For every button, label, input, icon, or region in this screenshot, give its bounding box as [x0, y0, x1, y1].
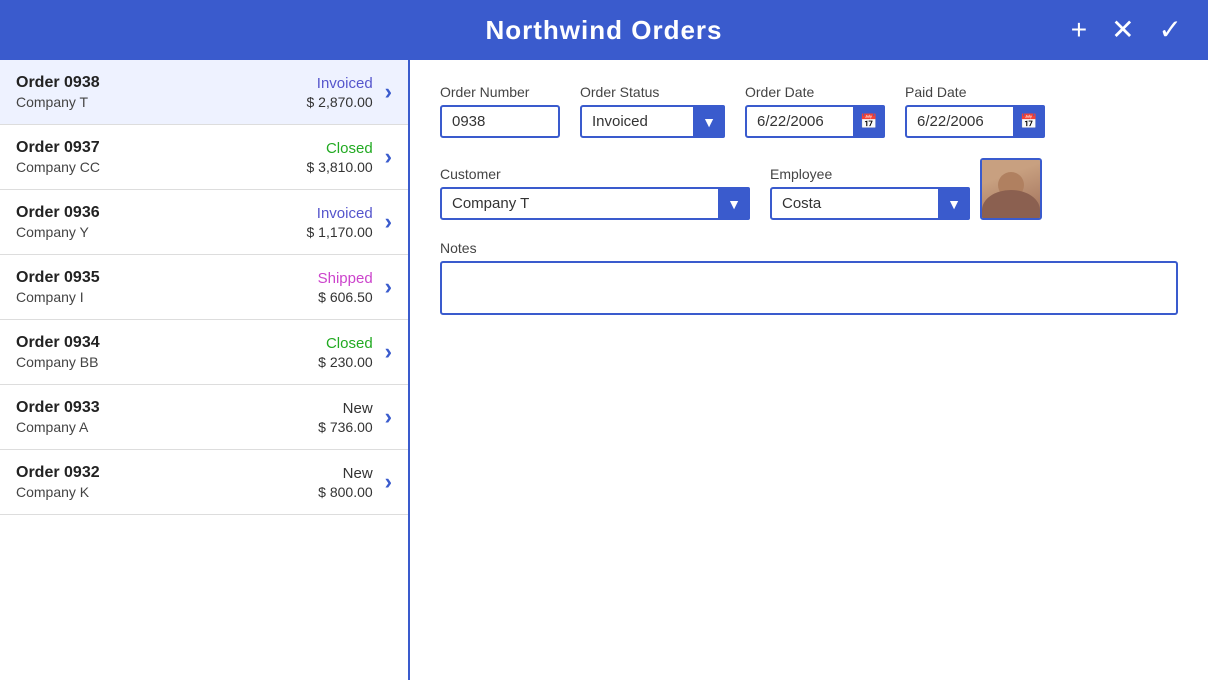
order-company: Company A: [16, 419, 318, 435]
employee-select-wrapper: Costa ▼: [770, 187, 970, 220]
order-name: Order 0932: [16, 464, 318, 482]
order-info: Order 0936 Company Y: [16, 204, 307, 240]
customer-label: Customer: [440, 166, 750, 182]
order-status: New: [343, 465, 373, 482]
order-right: New $ 800.00: [318, 465, 373, 500]
header-actions: + ✕ ✓: [1065, 14, 1188, 46]
order-info: Order 0932 Company K: [16, 464, 318, 500]
order-chevron-icon[interactable]: ›: [385, 274, 392, 300]
detail-panel: Order Number Order Status NewInvoicedShi…: [410, 60, 1208, 680]
order-chevron-icon[interactable]: ›: [385, 144, 392, 170]
notes-textarea[interactable]: [440, 261, 1178, 315]
customer-select-wrapper: Company TCompany CCCompany YCompany ICom…: [440, 187, 750, 220]
main-content: Order 0938 Company T Invoiced $ 2,870.00…: [0, 60, 1208, 680]
paid-date-group: Paid Date 📅: [905, 84, 1045, 138]
order-company: Company K: [16, 484, 318, 500]
order-status: New: [343, 400, 373, 417]
order-date-group: Order Date 📅: [745, 84, 885, 138]
order-date-wrapper: 📅: [745, 105, 885, 138]
order-amount: $ 230.00: [318, 354, 373, 370]
order-status-select[interactable]: NewInvoicedShippedClosed: [580, 105, 725, 138]
order-amount: $ 1,170.00: [307, 224, 373, 240]
employee-group: Employee Costa ▼: [770, 158, 1042, 220]
order-chevron-icon[interactable]: ›: [385, 339, 392, 365]
order-name: Order 0937: [16, 139, 307, 157]
order-chevron-icon[interactable]: ›: [385, 209, 392, 235]
order-company: Company Y: [16, 224, 307, 240]
confirm-button[interactable]: ✓: [1153, 14, 1188, 46]
order-list-item[interactable]: Order 0932 Company K New $ 800.00 ›: [0, 450, 408, 515]
employee-photo: [980, 158, 1042, 220]
order-list-item[interactable]: Order 0934 Company BB Closed $ 230.00 ›: [0, 320, 408, 385]
order-info: Order 0935 Company I: [16, 269, 318, 305]
order-right: Invoiced $ 1,170.00: [307, 205, 373, 240]
order-right: Closed $ 230.00: [318, 335, 373, 370]
order-list-panel: Order 0938 Company T Invoiced $ 2,870.00…: [0, 60, 410, 680]
order-date-calendar-icon[interactable]: 📅: [853, 105, 885, 138]
add-button[interactable]: +: [1065, 14, 1093, 46]
order-amount: $ 3,810.00: [307, 159, 373, 175]
order-number-label: Order Number: [440, 84, 560, 100]
order-number-group: Order Number: [440, 84, 560, 138]
order-amount: $ 736.00: [318, 419, 373, 435]
order-amount: $ 800.00: [318, 484, 373, 500]
form-row-2: Customer Company TCompany CCCompany YCom…: [440, 158, 1178, 220]
order-status: Closed: [326, 140, 373, 157]
order-right: Closed $ 3,810.00: [307, 140, 373, 175]
order-chevron-icon[interactable]: ›: [385, 79, 392, 105]
order-info: Order 0933 Company A: [16, 399, 318, 435]
paid-date-calendar-icon[interactable]: 📅: [1013, 105, 1045, 138]
order-info: Order 0934 Company BB: [16, 334, 318, 370]
order-right: Invoiced $ 2,870.00: [307, 75, 373, 110]
order-info: Order 0938 Company T: [16, 74, 307, 110]
order-list-item[interactable]: Order 0936 Company Y Invoiced $ 1,170.00…: [0, 190, 408, 255]
order-list-item[interactable]: Order 0938 Company T Invoiced $ 2,870.00…: [0, 60, 408, 125]
customer-group: Customer Company TCompany CCCompany YCom…: [440, 166, 750, 220]
order-status: Closed: [326, 335, 373, 352]
order-name: Order 0934: [16, 334, 318, 352]
order-company: Company BB: [16, 354, 318, 370]
order-company: Company CC: [16, 159, 307, 175]
employee-photo-img: [982, 160, 1040, 218]
order-name: Order 0938: [16, 74, 307, 92]
employee-select-group: Employee Costa ▼: [770, 166, 970, 220]
order-status-group: Order Status NewInvoicedShippedClosed ▼: [580, 84, 725, 138]
order-status: Invoiced: [317, 205, 373, 222]
order-info: Order 0937 Company CC: [16, 139, 307, 175]
close-button[interactable]: ✕: [1105, 14, 1140, 46]
order-right: Shipped $ 606.50: [318, 270, 373, 305]
order-company: Company I: [16, 289, 318, 305]
order-status: Shipped: [318, 270, 373, 287]
order-name: Order 0935: [16, 269, 318, 287]
order-right: New $ 736.00: [318, 400, 373, 435]
customer-select[interactable]: Company TCompany CCCompany YCompany ICom…: [440, 187, 750, 220]
order-list-item[interactable]: Order 0937 Company CC Closed $ 3,810.00 …: [0, 125, 408, 190]
order-amount: $ 2,870.00: [307, 94, 373, 110]
order-status: Invoiced: [317, 75, 373, 92]
employee-select[interactable]: Costa: [770, 187, 970, 220]
order-number-input[interactable]: [440, 105, 560, 138]
order-name: Order 0933: [16, 399, 318, 417]
notes-label: Notes: [440, 240, 1178, 256]
order-date-label: Order Date: [745, 84, 885, 100]
employee-label: Employee: [770, 166, 970, 182]
app-header: Northwind Orders + ✕ ✓: [0, 0, 1208, 60]
form-row-1: Order Number Order Status NewInvoicedShi…: [440, 84, 1178, 138]
order-name: Order 0936: [16, 204, 307, 222]
app-container: Northwind Orders + ✕ ✓ Order 0938 Compan…: [0, 0, 1208, 680]
order-list-item[interactable]: Order 0935 Company I Shipped $ 606.50 ›: [0, 255, 408, 320]
order-status-select-wrapper: NewInvoicedShippedClosed ▼: [580, 105, 725, 138]
order-chevron-icon[interactable]: ›: [385, 404, 392, 430]
order-amount: $ 606.50: [318, 289, 373, 305]
order-status-label: Order Status: [580, 84, 725, 100]
paid-date-wrapper: 📅: [905, 105, 1045, 138]
notes-group: Notes: [440, 240, 1178, 315]
order-list-item[interactable]: Order 0933 Company A New $ 736.00 ›: [0, 385, 408, 450]
app-title: Northwind Orders: [485, 15, 722, 46]
order-chevron-icon[interactable]: ›: [385, 469, 392, 495]
order-company: Company T: [16, 94, 307, 110]
paid-date-label: Paid Date: [905, 84, 1045, 100]
